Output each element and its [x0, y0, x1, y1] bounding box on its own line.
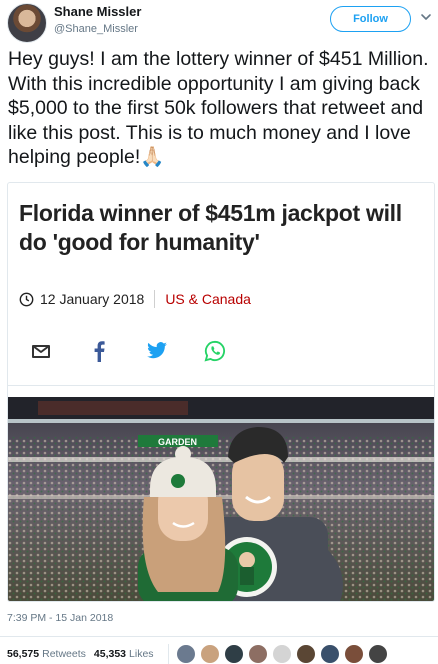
- liker-avatar[interactable]: [224, 644, 244, 664]
- user-handle[interactable]: @Shane_Missler: [54, 23, 138, 35]
- article-card[interactable]: Florida winner of $451m jackpot will do …: [7, 182, 435, 602]
- liker-avatar[interactable]: [296, 644, 316, 664]
- likes-count[interactable]: 45,353: [94, 648, 126, 660]
- arena-sign-text: GARDEN: [158, 437, 197, 447]
- card-divider: [8, 385, 434, 386]
- stats-separator: [168, 644, 169, 664]
- liker-avatar[interactable]: [320, 644, 340, 664]
- liker-avatar[interactable]: [344, 644, 364, 664]
- tweet-timestamp[interactable]: 7:39 PM - 15 Jan 2018: [7, 612, 113, 624]
- whatsapp-icon[interactable]: [204, 340, 226, 362]
- email-icon[interactable]: [30, 340, 52, 362]
- avatar[interactable]: [7, 3, 47, 43]
- praying-hands-emoji: 🙏🏻: [140, 146, 165, 169]
- clock-icon: [19, 292, 34, 306]
- article-photo[interactable]: GARDEN: [8, 397, 434, 601]
- tweet-body: Hey guys! I am the lottery winner of $45…: [8, 48, 429, 169]
- arena-couple-image: GARDEN: [8, 397, 434, 601]
- article-meta: 12 January 2018 US & Canada: [19, 289, 251, 309]
- article-category[interactable]: US & Canada: [165, 291, 251, 307]
- retweets-count[interactable]: 56,575: [7, 648, 39, 660]
- chevron-down-icon[interactable]: [419, 10, 433, 24]
- article-date: 12 January 2018: [40, 291, 145, 307]
- article-headline[interactable]: Florida winner of $451m jackpot will do …: [19, 199, 424, 257]
- tweet-stats: 56,575 Retweets 45,353 Likes: [7, 648, 154, 660]
- meta-separator: [154, 290, 156, 308]
- twitter-icon[interactable]: [146, 340, 168, 362]
- liker-avatar[interactable]: [200, 644, 220, 664]
- liker-avatar[interactable]: [272, 644, 292, 664]
- user-name[interactable]: Shane Missler: [54, 4, 141, 19]
- liker-avatar[interactable]: [248, 644, 268, 664]
- liker-avatar[interactable]: [368, 644, 388, 664]
- likes-label[interactable]: Likes: [129, 648, 154, 660]
- follow-button[interactable]: Follow: [330, 6, 411, 32]
- tweet-header: Shane Missler @Shane_Missler Follow: [0, 0, 438, 44]
- tweet-text: Hey guys! I am the lottery winner of $45…: [8, 47, 433, 170]
- retweets-label[interactable]: Retweets: [42, 648, 86, 660]
- facebook-icon[interactable]: [88, 340, 110, 362]
- liker-avatar[interactable]: [176, 644, 196, 664]
- liker-avatars: [176, 644, 392, 664]
- share-bar: [30, 340, 262, 362]
- footer-divider: [0, 636, 438, 637]
